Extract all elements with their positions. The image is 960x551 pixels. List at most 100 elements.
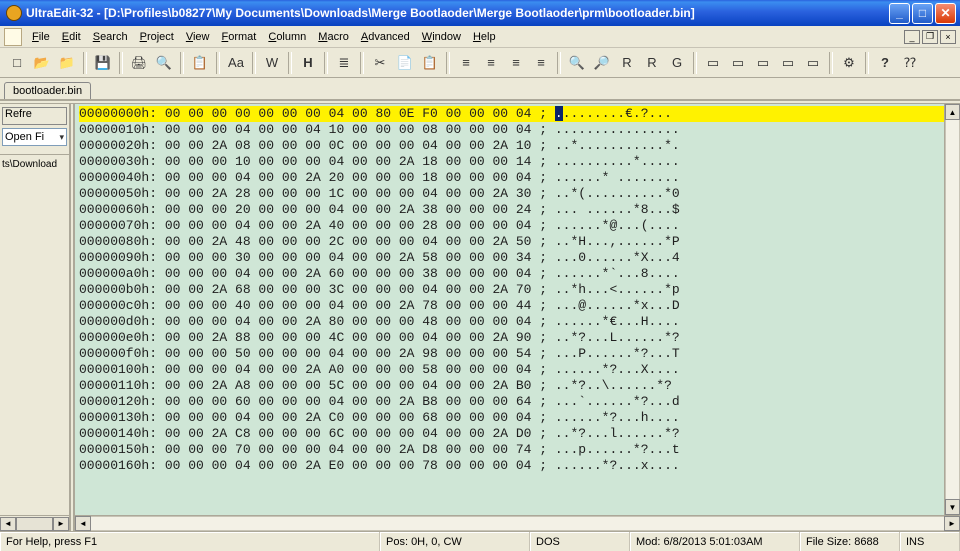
open-file-button[interactable]: 📂 bbox=[31, 52, 53, 74]
hex-row[interactable]: 00000120h: 00 00 00 60 00 00 00 04 00 00… bbox=[79, 394, 944, 410]
window-list-button[interactable]: ▭ bbox=[802, 52, 824, 74]
toolbar-separator bbox=[119, 52, 123, 74]
scroll-left-button[interactable]: ◄ bbox=[75, 516, 91, 531]
hex-row[interactable]: 000000a0h: 00 00 00 04 00 00 2A 60 00 00… bbox=[79, 266, 944, 282]
status-encoding: DOS bbox=[530, 532, 630, 551]
menu-macro[interactable]: Macro bbox=[312, 29, 355, 45]
editor-vscroll[interactable]: ▲ ▼ bbox=[944, 104, 960, 515]
scroll-up-button[interactable]: ▲ bbox=[945, 104, 960, 120]
file-tree-path[interactable]: ts\Download bbox=[0, 154, 69, 174]
hex-row[interactable]: 00000070h: 00 00 00 04 00 00 2A 40 00 00… bbox=[79, 218, 944, 234]
refresh-button[interactable]: Refre bbox=[2, 107, 67, 125]
hex-row[interactable]: 00000130h: 00 00 00 04 00 00 2A C0 00 00… bbox=[79, 410, 944, 426]
align-left-button[interactable]: ≡ bbox=[455, 52, 477, 74]
menu-view[interactable]: View bbox=[180, 29, 216, 45]
close-button[interactable]: ✕ bbox=[935, 3, 956, 24]
hex-row[interactable]: 000000f0h: 00 00 00 50 00 00 00 04 00 00… bbox=[79, 346, 944, 362]
file-tab[interactable]: bootloader.bin bbox=[4, 82, 91, 99]
hex-row[interactable]: 00000100h: 00 00 00 04 00 00 2A A0 00 00… bbox=[79, 362, 944, 378]
minimize-button[interactable]: _ bbox=[889, 3, 910, 24]
configuration-button[interactable]: ⚙ bbox=[838, 52, 860, 74]
replace-button[interactable]: R bbox=[616, 52, 638, 74]
hex-row[interactable]: 000000e0h: 00 00 2A 88 00 00 00 4C 00 00… bbox=[79, 330, 944, 346]
menu-search[interactable]: Search bbox=[87, 29, 134, 45]
mdi-restore-button[interactable]: ❐ bbox=[922, 30, 938, 44]
align-center-button[interactable]: ≡ bbox=[480, 52, 502, 74]
hex-row[interactable]: 00000000h: 00 00 00 00 00 00 00 04 00 80… bbox=[79, 106, 944, 122]
scroll-right-button[interactable]: ► bbox=[944, 516, 960, 531]
hex-row[interactable]: 00000020h: 00 00 2A 08 00 00 00 0C 00 00… bbox=[79, 138, 944, 154]
menu-file[interactable]: File bbox=[26, 29, 56, 45]
save-button[interactable]: 💾 bbox=[92, 52, 114, 74]
goto-button[interactable]: G bbox=[666, 52, 688, 74]
scroll-track[interactable] bbox=[91, 516, 944, 531]
window-cascade-button[interactable]: ▭ bbox=[702, 52, 724, 74]
wordwrap-button[interactable]: W bbox=[261, 52, 283, 74]
main-toolbar: □ 📂 📁 💾 🖨 🔍 📋 Aa W H ≣ ✂ 📄 📋 ≡ ≡ ≡ ≡ 🔍 🔎… bbox=[0, 48, 960, 78]
hex-row[interactable]: 000000c0h: 00 00 00 40 00 00 00 04 00 00… bbox=[79, 298, 944, 314]
menu-edit[interactable]: Edit bbox=[56, 29, 87, 45]
new-file-button[interactable]: □ bbox=[6, 52, 28, 74]
mdi-minimize-button[interactable]: _ bbox=[904, 30, 920, 44]
whats-this-button[interactable]: ⁇ bbox=[899, 52, 921, 74]
window-arrange-button[interactable]: ▭ bbox=[777, 52, 799, 74]
toolbar-separator bbox=[83, 52, 87, 74]
align-justify-button[interactable]: ≡ bbox=[530, 52, 552, 74]
cut-button[interactable]: ✂ bbox=[369, 52, 391, 74]
window-titlebar: UltraEdit-32 - [D:\Profiles\b08277\My Do… bbox=[0, 0, 960, 26]
hex-row[interactable]: 00000140h: 00 00 2A C8 00 00 00 6C 00 00… bbox=[79, 426, 944, 442]
menu-window[interactable]: Window bbox=[416, 29, 467, 45]
hex-row[interactable]: 00000150h: 00 00 00 70 00 00 00 04 00 00… bbox=[79, 442, 944, 458]
file-tree-panel: Refre Open Fi ts\Download ◄ ► bbox=[0, 104, 70, 531]
panel-hscroll[interactable]: ◄ ► bbox=[0, 515, 69, 531]
find-next-button[interactable]: 🔎 bbox=[591, 52, 613, 74]
menu-advanced[interactable]: Advanced bbox=[355, 29, 416, 45]
help-button[interactable]: ? bbox=[874, 52, 896, 74]
copy-button[interactable]: 📄 bbox=[394, 52, 416, 74]
menu-format[interactable]: Format bbox=[216, 29, 263, 45]
menu-help[interactable]: Help bbox=[467, 29, 502, 45]
toolbar-separator bbox=[324, 52, 328, 74]
scroll-track[interactable] bbox=[945, 120, 960, 499]
hex-row[interactable]: 00000090h: 00 00 00 30 00 00 00 04 00 00… bbox=[79, 250, 944, 266]
hex-editor-view[interactable]: 00000000h: 00 00 00 00 00 00 00 04 00 80… bbox=[75, 104, 944, 515]
align-button[interactable]: ≣ bbox=[333, 52, 355, 74]
hex-row[interactable]: 00000080h: 00 00 2A 48 00 00 00 2C 00 00… bbox=[79, 234, 944, 250]
open-files-dropdown[interactable]: Open Fi bbox=[2, 128, 67, 146]
status-modified: Mod: 6/8/2013 5:01:03AM bbox=[630, 532, 800, 551]
menu-column[interactable]: Column bbox=[262, 29, 312, 45]
scroll-left-button[interactable]: ◄ bbox=[0, 517, 16, 531]
hex-row[interactable]: 00000010h: 00 00 00 04 00 00 04 10 00 00… bbox=[79, 122, 944, 138]
hex-row[interactable]: 000000d0h: 00 00 00 04 00 00 2A 80 00 00… bbox=[79, 314, 944, 330]
hex-row[interactable]: 000000b0h: 00 00 2A 68 00 00 00 3C 00 00… bbox=[79, 282, 944, 298]
hex-row[interactable]: 00000110h: 00 00 2A A8 00 00 00 5C 00 00… bbox=[79, 378, 944, 394]
window-tile-v-button[interactable]: ▭ bbox=[752, 52, 774, 74]
toolbar-separator bbox=[252, 52, 256, 74]
window-tile-h-button[interactable]: ▭ bbox=[727, 52, 749, 74]
favorites-button[interactable]: 📁 bbox=[56, 52, 78, 74]
copy-format-button[interactable]: 📋 bbox=[189, 52, 211, 74]
align-right-button[interactable]: ≡ bbox=[505, 52, 527, 74]
toolbar-separator bbox=[360, 52, 364, 74]
scroll-right-button[interactable]: ► bbox=[53, 517, 69, 531]
hex-row[interactable]: 00000050h: 00 00 2A 28 00 00 00 1C 00 00… bbox=[79, 186, 944, 202]
hex-mode-button[interactable]: H bbox=[297, 52, 319, 74]
replace-all-button[interactable]: R bbox=[641, 52, 663, 74]
hex-row[interactable]: 00000040h: 00 00 00 04 00 00 2A 20 00 00… bbox=[79, 170, 944, 186]
maximize-button[interactable]: □ bbox=[912, 3, 933, 24]
scroll-track[interactable] bbox=[16, 517, 53, 531]
toolbar-separator bbox=[446, 52, 450, 74]
print-preview-button[interactable]: 🔍 bbox=[153, 52, 175, 74]
print-button[interactable]: 🖨 bbox=[128, 52, 150, 74]
editor-hscroll[interactable]: ◄ ► bbox=[75, 515, 960, 531]
hex-row[interactable]: 00000160h: 00 00 00 04 00 00 2A E0 00 00… bbox=[79, 458, 944, 474]
hex-row[interactable]: 00000060h: 00 00 00 20 00 00 00 04 00 00… bbox=[79, 202, 944, 218]
menu-project[interactable]: Project bbox=[134, 29, 180, 45]
mdi-close-button[interactable]: × bbox=[940, 30, 956, 44]
hex-row[interactable]: 00000030h: 00 00 00 10 00 00 00 04 00 00… bbox=[79, 154, 944, 170]
find-button[interactable]: 🔍 bbox=[566, 52, 588, 74]
paste-button[interactable]: 📋 bbox=[419, 52, 441, 74]
scroll-down-button[interactable]: ▼ bbox=[945, 499, 960, 515]
font-button[interactable]: Aa bbox=[225, 52, 247, 74]
statusbar: For Help, press F1 Pos: 0H, 0, CW DOS Mo… bbox=[0, 531, 960, 551]
